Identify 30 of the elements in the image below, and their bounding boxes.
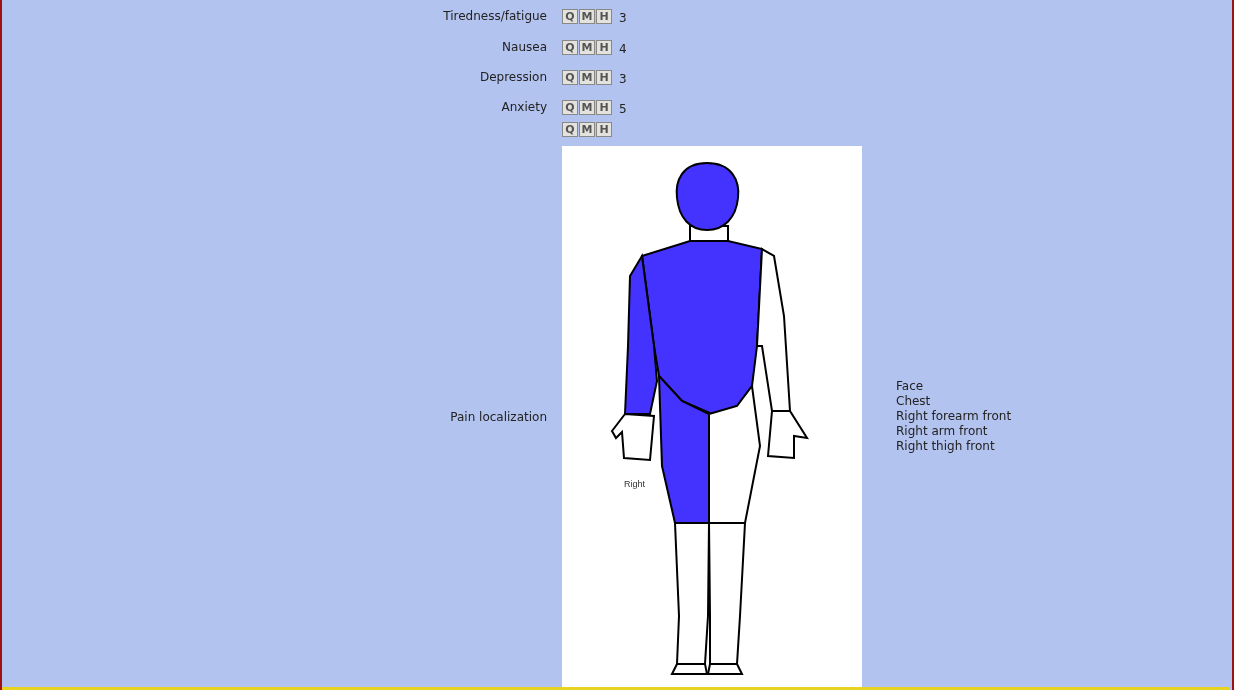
symptom-score: 3 — [619, 10, 627, 25]
scale-button[interactable]: H — [596, 122, 612, 137]
symptom-score: 3 — [619, 71, 627, 86]
figure-side-label: Right — [624, 479, 645, 489]
scale-button[interactable]: M — [579, 69, 595, 85]
pain-location-text: Right thigh front — [896, 439, 996, 454]
pain-label: Pain localization — [450, 409, 547, 424]
scale-button[interactable]: M — [579, 122, 595, 137]
symptom-score: 4 — [619, 41, 627, 56]
scale-button[interactable]: M — [579, 99, 595, 115]
symptom-score: 5 — [619, 101, 627, 116]
scale-button[interactable]: H — [596, 99, 612, 115]
scale-button[interactable]: H — [596, 8, 612, 24]
scale-button[interactable]: Q — [562, 39, 578, 55]
symptom-label: Anxiety — [501, 100, 547, 114]
scale-button[interactable]: H — [596, 39, 612, 55]
symptom-label: Nausea — [502, 40, 547, 54]
scale-button[interactable]: M — [579, 39, 595, 55]
pain-location-text: Right arm front — [896, 424, 989, 439]
scale-button[interactable]: M — [579, 8, 595, 24]
pain-location-text: Face — [896, 379, 925, 394]
symptom-label: Tiredness/fatigue — [443, 9, 547, 23]
scale-button[interactable]: Q — [562, 122, 578, 137]
scale-button[interactable]: H — [596, 69, 612, 85]
pain-location-text: Right forearm front — [896, 409, 1012, 424]
symptom-label: Depression — [479, 70, 547, 84]
scale-button[interactable]: Q — [562, 69, 578, 85]
pain-location-text: Chest — [896, 394, 932, 409]
scale-button[interactable]: Q — [562, 8, 578, 24]
scale-button[interactable]: Q — [562, 99, 578, 115]
